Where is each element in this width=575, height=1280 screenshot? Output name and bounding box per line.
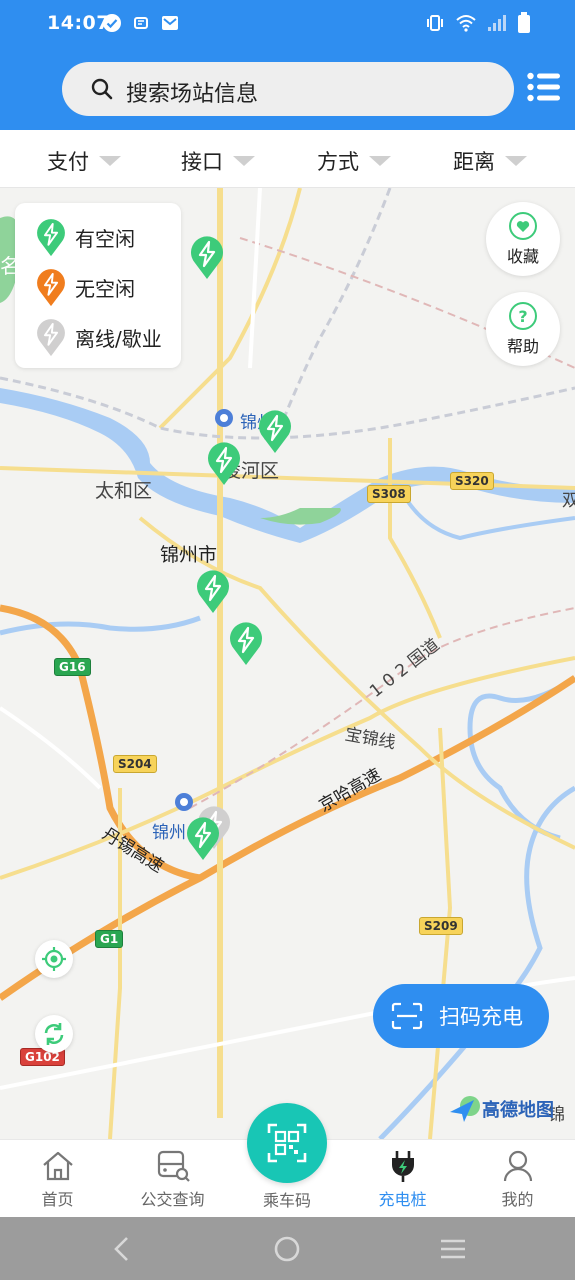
favorite-button[interactable]: 收藏 [486,202,560,276]
tab-mine[interactable]: 我的 [460,1140,575,1218]
caret-down-icon [233,156,255,166]
map-label-jinzhou-city: 锦州市 [160,544,218,566]
train-station-icon [174,792,194,816]
tab-home[interactable]: 首页 [0,1140,115,1218]
train-station-icon [214,408,234,432]
recents-menu-icon[interactable] [439,1235,467,1267]
scan-charge-button[interactable]: 扫码充电 [373,984,549,1048]
caret-down-icon [369,156,391,166]
tab-charging[interactable]: 充电桩 [345,1140,460,1218]
scan-icon [391,1002,423,1030]
charging-pin-available[interactable] [185,815,221,861]
charging-pin-available[interactable] [195,568,231,614]
home-circle-icon[interactable] [273,1235,301,1267]
legend-available: 有空闲 [35,217,135,257]
charging-pin-available[interactable] [189,234,225,280]
road-shield: S209 [419,917,463,935]
svg-text:?: ? [518,307,527,326]
amap-logo: 高德地图 [448,1094,554,1124]
map-view[interactable]: 名 太和区 凌河区 锦州市 锦州 锦州 1 0 2 国道 宝锦线 京哈高速 丹锡… [0,188,575,1139]
refresh-button[interactable] [35,1015,73,1053]
tab-bus-search[interactable]: 公交查询 [115,1140,230,1218]
help-button[interactable]: ? 帮助 [486,292,560,366]
system-nav-bar [0,1217,575,1280]
cloud-icon [131,13,151,33]
filter-bar: 支付 接口 方式 距离 [0,130,575,188]
tab-ride-code-label: 乘车码 [262,1191,311,1210]
charging-pin-offline-icon [37,319,65,357]
app-header: 14:07 搜索场站信息 [0,0,575,130]
status-time: 14:07 [47,12,110,34]
battery-icon [517,12,531,38]
status-bar: 14:07 [0,0,575,48]
caret-down-icon [99,156,121,166]
road-shield: S204 [113,755,157,773]
wifi-icon [455,14,477,36]
user-icon [502,1148,534,1184]
bus-search-icon [155,1148,191,1184]
list-menu-icon[interactable] [527,72,561,106]
filter-connector[interactable]: 接口 [181,146,255,176]
legend-offline: 离线/歇业 [35,317,162,357]
signal-icon [487,14,507,36]
qr-code-icon [267,1123,307,1163]
charging-pin-available[interactable] [257,408,293,454]
legend-busy: 无空闲 [35,267,135,307]
vibrate-icon [425,13,445,37]
charging-plug-icon [388,1148,418,1184]
search-bar[interactable]: 搜索场站信息 [62,62,514,116]
charging-pin-busy-icon [37,269,65,307]
road-shield: G16 [54,658,91,676]
road-shield: S320 [450,472,494,490]
search-icon [90,77,114,105]
road-shield: G1 [95,930,124,948]
tab-ride-code[interactable] [247,1103,327,1183]
mail-icon [160,13,180,33]
map-label-taihe: 太和区 [95,480,153,502]
refresh-icon [44,1023,64,1045]
home-icon [41,1148,75,1184]
filter-distance[interactable]: 距离 [453,146,527,176]
filter-payment[interactable]: 支付 [47,146,121,176]
caret-down-icon [505,156,527,166]
status-legend: 有空闲 无空闲 离线/歇业 [15,203,181,368]
search-placeholder: 搜索场站信息 [126,82,259,107]
map-label-station-south: 锦州 [152,823,186,843]
charging-pin-available[interactable] [228,620,264,666]
locate-button[interactable] [35,940,73,978]
road-shield: S308 [367,485,411,503]
charging-pin-available-icon [37,219,65,257]
amap-logo-icon [450,1096,480,1122]
back-icon[interactable] [110,1235,134,1267]
heart-icon [509,211,537,240]
filter-method[interactable]: 方式 [317,146,391,176]
charging-pin-available[interactable] [206,440,242,486]
check-circle-icon [102,13,122,33]
locate-icon [42,947,66,971]
map-label-edge-right-2: 双 [562,491,575,511]
question-icon: ? [509,301,537,330]
